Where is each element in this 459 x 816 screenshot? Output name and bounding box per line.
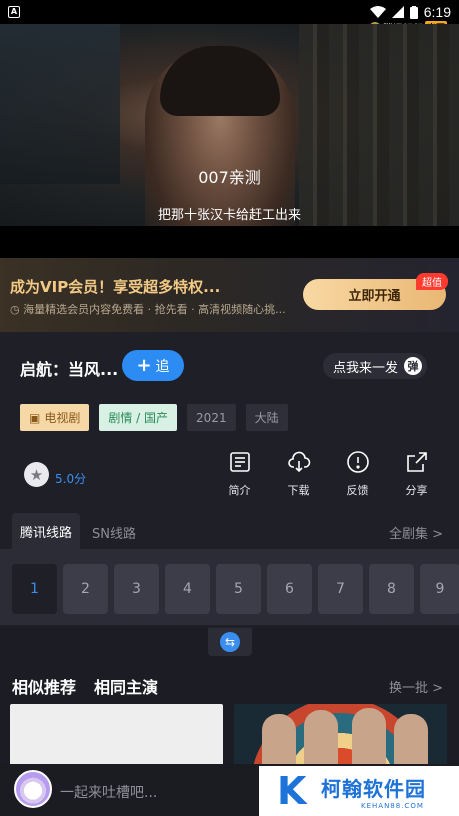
document-icon (229, 452, 250, 472)
comment-input[interactable]: 一起来吐槽吧... (60, 782, 157, 802)
status-time: 6:19 (423, 4, 451, 20)
vip-subtitle: ◷ 海量精选会员内容免费看 · 抢先看 · 高清视频随心挑... (10, 301, 286, 317)
signal-icon (391, 6, 404, 18)
watermark: K 柯翰软件园 KEHAN88.COM (259, 766, 459, 816)
episode-item[interactable]: 2 (63, 564, 108, 614)
all-episodes-link[interactable]: 全剧集 > (389, 523, 443, 542)
intro-label: 简介 (228, 484, 251, 497)
alert-icon (346, 451, 369, 473)
tag-category[interactable]: ▣ 电视剧 (20, 404, 90, 431)
share-label: 分享 (405, 484, 428, 497)
episode-list: 1 2 3 4 5 6 7 8 9 (12, 564, 459, 614)
vip-title: 成为VIP会员！享受超多特权... (10, 278, 221, 296)
avatar[interactable] (14, 770, 52, 808)
feedback-label: 反馈 (346, 484, 369, 497)
cloud-download-icon (287, 451, 310, 473)
show-title: 启航：当风... (20, 360, 119, 379)
recommend-header: 相似推荐 相同主演 (12, 674, 158, 698)
tag-region[interactable]: 大陆 (245, 404, 288, 431)
episode-item[interactable]: 6 (267, 564, 312, 614)
swap-arrows-icon: ⇆ (220, 632, 240, 652)
tag-category-label: 电视剧 (44, 411, 81, 425)
intro-button[interactable]: 简介 (210, 450, 269, 498)
collapse-handle[interactable]: ⇆ (208, 628, 252, 656)
tag-genre[interactable]: 剧情 / 国产 (99, 404, 178, 431)
tab-same-cast[interactable]: 相同主演 (94, 674, 158, 698)
share-button[interactable]: 分享 (387, 450, 446, 498)
episode-item[interactable]: 1 (12, 564, 57, 614)
star-icon[interactable]: ★ (24, 462, 49, 487)
video-subtitle-bottom: 把那十张汉卡给赶工出来 (157, 208, 301, 223)
rating-score: 5.0分 (55, 472, 87, 486)
wifi-icon (369, 6, 386, 18)
follow-label: 追 (155, 358, 170, 375)
video-subtitle-top: 007亲测 (198, 168, 261, 187)
action-row: 简介 下载 反馈 分享 (210, 450, 446, 498)
vip-banner[interactable]: 成为VIP会员！享受超多特权... ◷ 海量精选会员内容免费看 · 抢先看 · … (0, 258, 459, 332)
vip-subtitle-text: 海量精选会员内容免费看 · 抢先看 · 高清视频随心挑... (23, 303, 286, 316)
episode-item[interactable]: 5 (216, 564, 261, 614)
danmu-label: 点我来一发 (333, 360, 399, 376)
download-label: 下载 (287, 484, 310, 497)
video-player[interactable]: 007亲测 把那十张汉卡给赶工出来 (0, 24, 459, 226)
watermark-brand: 柯翰软件园 (321, 776, 426, 801)
tab-sn-route[interactable]: SN线路 (92, 523, 136, 542)
notification-app-icon: A (8, 6, 20, 18)
tab-tencent-route[interactable]: 腾讯线路 (12, 513, 80, 549)
danmu-send-button[interactable]: 点我来一发 弹 (323, 353, 427, 379)
tab-similar[interactable]: 相似推荐 (12, 674, 76, 698)
poster-figure (304, 710, 338, 770)
episode-item[interactable]: 8 (369, 564, 414, 614)
episode-item[interactable]: 9 (420, 564, 459, 614)
episode-item[interactable]: 3 (114, 564, 159, 614)
episode-item[interactable]: 7 (318, 564, 363, 614)
battery-icon (409, 5, 418, 19)
show-tags: ▣ 电视剧 剧情 / 国产 2021 大陆 (20, 404, 288, 431)
show-detail-panel: 启航：当风... + 追 点我来一发 弹 ▣ 电视剧 剧情 / 国产 2021 … (0, 332, 459, 628)
video-letterbox (0, 226, 459, 258)
watermark-logo-icon: K (277, 769, 307, 813)
video-scene-hair (160, 46, 280, 116)
tv-icon: ▣ (29, 410, 41, 425)
clock-icon: ◷ (10, 303, 24, 316)
tag-year[interactable]: 2021 (187, 404, 236, 431)
download-button[interactable]: 下载 (269, 450, 328, 498)
refresh-button[interactable]: 换一批 > (389, 677, 443, 696)
watermark-domain: KEHAN88.COM (361, 801, 424, 810)
danmu-icon: 弹 (404, 357, 423, 375)
feedback-button[interactable]: 反馈 (328, 450, 387, 498)
episode-item[interactable]: 4 (165, 564, 210, 614)
follow-button[interactable]: + 追 (122, 350, 184, 381)
poster-figure (352, 708, 386, 768)
plus-icon: + (136, 354, 152, 376)
share-icon (406, 452, 427, 472)
video-scene-window (0, 24, 120, 184)
video-scene-bookshelf (299, 24, 459, 226)
vip-value-badge: 超值 (416, 273, 448, 290)
route-tabs: 腾讯线路 SN线路 全剧集 > (0, 513, 459, 549)
